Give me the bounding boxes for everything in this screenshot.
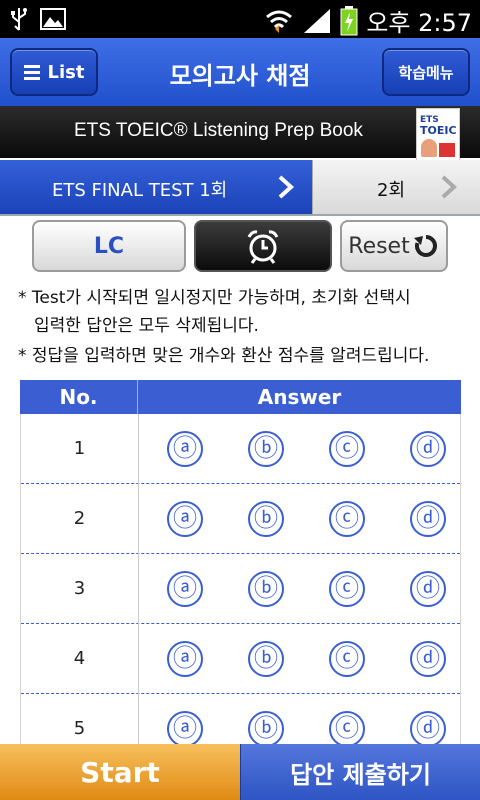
option-c-bubble[interactable]: ⓒ <box>329 501 365 537</box>
banner-text: ETS TOEIC® Listening Prep Book <box>74 120 363 141</box>
tab-test-2[interactable]: 2회 <box>312 160 480 214</box>
option-b-bubble[interactable]: ⓑ <box>248 501 284 537</box>
option-c-bubble[interactable]: ⓒ <box>329 711 365 744</box>
reset-button[interactable]: Reset <box>340 220 448 272</box>
option-d-bubble[interactable]: ⓓ <box>410 431 446 467</box>
divider <box>0 214 480 216</box>
submit-answers-button[interactable]: 답안 제출하기 <box>240 744 480 800</box>
option-b-bubble[interactable]: ⓑ <box>248 571 284 607</box>
lc-button[interactable]: LC <box>32 220 186 272</box>
option-b-bubble[interactable]: ⓑ <box>248 711 284 744</box>
answer-table-header: No. Answer <box>20 380 461 414</box>
reset-button-label: Reset <box>348 233 410 259</box>
question-number: 1 <box>21 414 139 484</box>
table-row: 2 ⓐ ⓑ ⓒ ⓓ <box>21 484 460 554</box>
tab-final-test-1-label: ETS FINAL TEST 1회 <box>52 180 228 201</box>
column-header-answer: Answer <box>257 385 342 409</box>
book-cover-image: ETS TOEIC <box>416 108 460 162</box>
image-icon <box>40 8 66 30</box>
option-d-bubble[interactable]: ⓓ <box>410 571 446 607</box>
wifi-icon <box>266 10 293 33</box>
clock: 오후 2:57 <box>366 9 472 37</box>
refresh-icon <box>413 235 437 257</box>
tab-final-test-1[interactable]: ETS FINAL TEST 1회 <box>0 160 312 214</box>
notice-score: * 정답을 입력하면 맞은 개수와 환산 점수를 알려드립니다. <box>18 346 430 366</box>
option-a-bubble[interactable]: ⓐ <box>167 711 203 744</box>
option-a-bubble[interactable]: ⓐ <box>167 431 203 467</box>
table-row: 5 ⓐ ⓑ ⓒ ⓓ <box>21 694 460 744</box>
question-number: 4 <box>21 624 139 694</box>
table-row: 1 ⓐ ⓑ ⓒ ⓓ <box>21 414 460 484</box>
start-button[interactable]: Start <box>0 744 240 800</box>
chevron-right-icon <box>441 175 457 199</box>
option-b-bubble[interactable]: ⓑ <box>248 431 284 467</box>
option-c-bubble[interactable]: ⓒ <box>329 431 365 467</box>
option-c-bubble[interactable]: ⓒ <box>329 641 365 677</box>
table-row: 4 ⓐ ⓑ ⓒ ⓓ <box>21 624 460 694</box>
battery-charging-icon <box>340 5 358 35</box>
option-a-bubble[interactable]: ⓐ <box>167 641 203 677</box>
option-a-bubble[interactable]: ⓐ <box>167 501 203 537</box>
alarm-clock-icon <box>247 230 279 264</box>
status-bar: 오후 2:57 <box>0 0 480 38</box>
option-b-bubble[interactable]: ⓑ <box>248 641 284 677</box>
book-banner[interactable]: ETS TOEIC® Listening Prep Book ETS TOEIC <box>0 106 480 162</box>
study-menu-button[interactable]: 학습메뉴 <box>382 48 470 96</box>
question-number: 5 <box>21 694 139 744</box>
option-d-bubble[interactable]: ⓓ <box>410 641 446 677</box>
signal-icon <box>304 8 331 33</box>
title-bar: List 모의고사 채점 학습메뉴 <box>0 38 480 106</box>
question-number: 3 <box>21 554 139 624</box>
chevron-right-icon <box>278 175 294 199</box>
notice-reset: * Test가 시작되면 일시정지만 가능하며, 초기화 선택시 입력한 답안은… <box>18 288 411 336</box>
usb-icon <box>11 8 27 31</box>
answer-sheet[interactable]: 1 ⓐ ⓑ ⓒ ⓓ 2 ⓐ ⓑ ⓒ ⓓ 3 ⓐ ⓑ ⓒ ⓓ 4 ⓐ ⓑ ⓒ ⓓ … <box>20 414 461 744</box>
column-header-no: No. <box>20 380 138 414</box>
option-d-bubble[interactable]: ⓓ <box>410 711 446 744</box>
option-a-bubble[interactable]: ⓐ <box>167 571 203 607</box>
question-number: 2 <box>21 484 139 554</box>
option-d-bubble[interactable]: ⓓ <box>410 501 446 537</box>
timer-button[interactable] <box>194 220 332 272</box>
table-row: 3 ⓐ ⓑ ⓒ ⓓ <box>21 554 460 624</box>
tab-test-2-label: 2회 <box>377 180 406 201</box>
option-c-bubble[interactable]: ⓒ <box>329 571 365 607</box>
